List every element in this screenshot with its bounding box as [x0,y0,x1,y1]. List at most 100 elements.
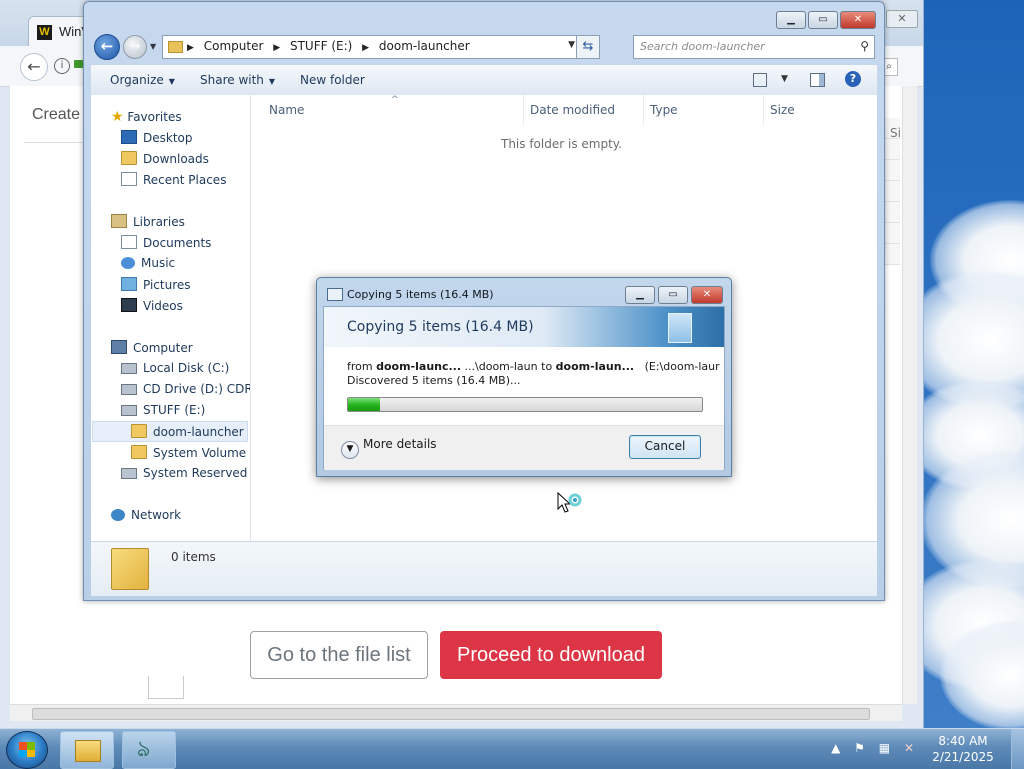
taskbar-explorer-icon[interactable] [60,731,114,769]
nav-local-disk[interactable]: Local Disk (C:) [121,361,229,375]
back-arrow-icon[interactable]: ← [20,53,48,81]
start-button[interactable] [6,731,48,769]
clock-date: 2/21/2025 [932,750,994,764]
nav-system-volume[interactable]: System Volume Info [131,445,250,460]
new-folder-button[interactable]: New folder [300,73,365,87]
action-center-flag-icon[interactable]: ⚑ [854,741,865,755]
nav-pictures[interactable]: Pictures [121,277,191,292]
preview-pane-icon[interactable] [810,73,825,87]
refresh-icon[interactable]: ⇆ [576,36,599,58]
details-pane: 0 items [91,541,877,596]
nav-libraries[interactable]: Libraries [111,214,185,229]
column-size[interactable]: Size [770,103,795,117]
nav-network[interactable]: Network [111,508,181,522]
source-link[interactable]: doom-launc... [376,360,461,373]
clock[interactable]: 8:40 AM 2/21/2025 [928,733,998,765]
minimize-button[interactable]: ▁ [625,286,655,304]
folder-icon [131,424,147,438]
chevron-down-icon[interactable]: ▼ [781,74,788,84]
column-name[interactable]: Name [269,103,304,117]
organize-menu[interactable]: Organize ▼ [110,73,175,87]
chevron-down-icon: ▼ [168,77,175,86]
search-placeholder: Search doom-launcher [640,40,765,53]
nav-music[interactable]: Music [121,256,175,270]
nav-doom-launcher[interactable]: doom-launcher [92,421,248,442]
hard-disk-icon [121,363,137,374]
videos-icon [121,298,137,312]
maximize-button[interactable]: ▭ [808,11,838,29]
cd-drive-icon [121,384,137,395]
page-vertical-scrollbar[interactable] [902,86,917,704]
forward-arrow-icon[interactable]: → [123,35,147,59]
computer-icon [111,340,127,354]
column-header-fragment: Si [890,126,901,140]
address-dropdown-icon[interactable]: ▼ [568,40,575,50]
drive-icon [121,405,137,416]
copy-status: Discovered 5 items (16.4 MB)... [347,374,521,387]
star-icon: ★ [111,109,124,125]
nav-computer[interactable]: Computer [111,340,193,355]
search-box[interactable]: Search doom-launcher ⚲ [633,35,875,59]
dialog-title: Copying 5 items (16.4 MB) [347,288,494,301]
breadcrumb-computer[interactable]: Computer [204,39,264,53]
copy-icon [327,288,343,301]
lock-icon [74,60,83,68]
proceed-to-download-button[interactable]: Proceed to download [440,631,662,679]
show-desktop-button[interactable] [1011,729,1024,769]
site-favicon: W [37,25,52,40]
nav-cd-drive[interactable]: CD Drive (D:) CDROM [121,382,250,396]
more-details-toggle[interactable]: ▼ More details [341,437,437,459]
breadcrumb-doom-launcher[interactable]: doom-launcher [379,39,470,53]
column-date-modified[interactable]: Date modified [530,103,615,117]
close-button[interactable]: ✕ [691,286,723,304]
nav-system-reserved[interactable]: System Reserved (Z:) [121,466,250,480]
minimize-button[interactable]: ▁ [776,11,806,29]
browser-close-button[interactable]: ✕ [886,10,918,28]
sort-ascending-icon: ^ [391,95,399,105]
share-with-menu[interactable]: Share with ▼ [200,73,275,87]
taskbar-dragon-app-icon[interactable]: ঌ [122,731,176,769]
folder-icon [168,41,183,53]
libraries-icon [111,214,127,228]
copy-source-destination: from doom-launc... ...\doom-laun to doom… [347,360,720,373]
nav-downloads[interactable]: Downloads [121,151,209,166]
nav-videos[interactable]: Videos [121,298,183,313]
nav-stuff-drive[interactable]: STUFF (E:) [121,403,205,417]
address-bar[interactable]: ▶ Computer ▶ STUFF (E:) ▶ doom-launcher … [162,35,600,59]
dialog-footer: ▼ More details Cancel [324,425,724,470]
busy-cursor-icon [557,492,582,513]
nav-desktop[interactable]: Desktop [121,130,193,145]
copy-progress-dialog: Copying 5 items (16.4 MB) ▁ ▭ ✕ Copying … [316,277,732,477]
back-arrow-icon[interactable]: ← [94,34,120,60]
nav-recent-places[interactable]: Recent Places [121,172,226,187]
chevron-down-icon: ▼ [341,441,359,459]
page-horizontal-scrollbar[interactable] [10,704,902,721]
desktop-icon [121,130,137,144]
scrollbar-thumb[interactable] [32,708,870,720]
nav-documents[interactable]: Documents [121,235,211,250]
destination-link[interactable]: doom-laun... [556,360,634,373]
go-to-file-list-button[interactable]: Go to the file list [250,631,428,679]
info-icon[interactable]: i [54,58,70,74]
close-button[interactable]: ✕ [840,11,876,29]
nav-favorites[interactable]: ★ Favorites [111,109,182,125]
dialog-heading: Copying 5 items (16.4 MB) [347,319,534,335]
breadcrumb-stuff[interactable]: STUFF (E:) [290,39,352,53]
search-icon[interactable]: ⚲ [860,39,869,53]
music-icon [121,257,135,269]
show-hidden-icons-icon[interactable]: ▲ [831,741,840,755]
cancel-button[interactable]: Cancel [629,435,701,459]
chevron-down-icon: ▼ [268,77,276,86]
views-icon[interactable] [753,73,767,87]
empty-folder-message: This folder is empty. [501,137,622,151]
network-icon[interactable]: ▦ [879,741,890,755]
recent-pages-chevron-icon[interactable]: ▼ [150,42,156,51]
item-count: 0 items [171,550,216,564]
column-type[interactable]: Type [650,103,678,117]
breadcrumb: ▶ Computer ▶ STUFF (E:) ▶ doom-launcher [187,39,470,53]
help-icon[interactable]: ? [845,71,861,87]
downloads-folder-icon [121,151,137,165]
maximize-button[interactable]: ▭ [658,286,688,304]
recent-places-icon [121,172,137,186]
volume-muted-icon[interactable]: ✕ [904,741,914,755]
